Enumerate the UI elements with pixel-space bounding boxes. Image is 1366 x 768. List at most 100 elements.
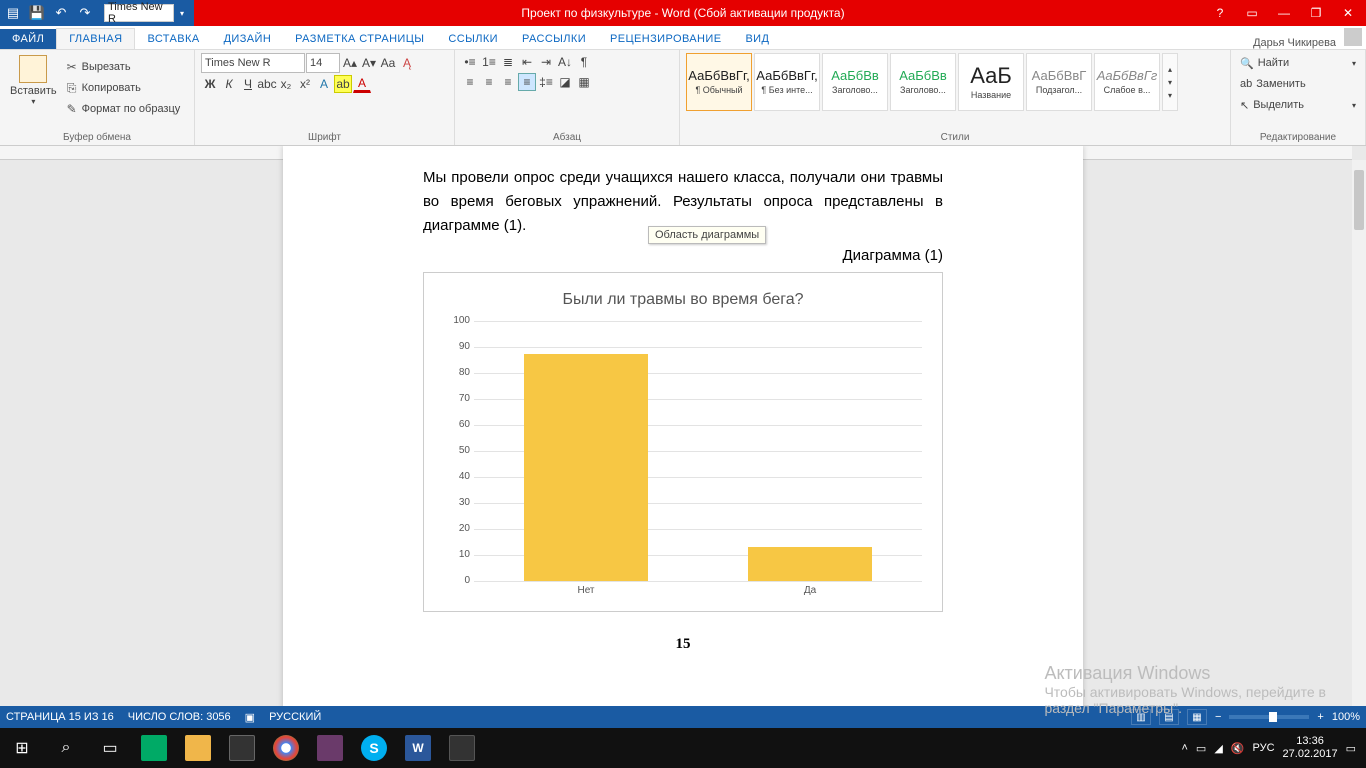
borders-icon[interactable]: ▦	[575, 73, 593, 91]
minimize-icon[interactable]: —	[1270, 2, 1298, 24]
shrink-font-icon[interactable]: A▾	[360, 54, 378, 72]
app-edge[interactable]	[132, 728, 176, 768]
close-icon[interactable]: ✕	[1334, 2, 1362, 24]
superscript-button[interactable]: x²	[296, 75, 314, 93]
tray-wifi-icon[interactable]: ◢	[1214, 742, 1222, 755]
styles-more-icon[interactable]: ▾	[1168, 91, 1172, 100]
app-word[interactable]: W	[396, 728, 440, 768]
app-misc[interactable]	[308, 728, 352, 768]
paste-button[interactable]: Вставить ▾	[6, 53, 61, 123]
tab-view[interactable]: ВИД	[733, 29, 781, 49]
font-size-select[interactable]: 14	[306, 53, 340, 73]
font-name-select[interactable]: Times New R	[201, 53, 305, 73]
cut-button[interactable]: ✂Вырезать	[65, 58, 181, 76]
vertical-scrollbar[interactable]	[1352, 160, 1366, 728]
zoom-slider[interactable]	[1229, 715, 1309, 719]
user-name[interactable]: Дарья Чикирева	[1253, 37, 1336, 49]
tab-insert[interactable]: ВСТАВКА	[135, 29, 211, 49]
tab-home[interactable]: ГЛАВНАЯ	[56, 28, 135, 49]
view-web-icon[interactable]: ▦	[1187, 709, 1207, 725]
tab-review[interactable]: РЕЦЕНЗИРОВАНИЕ	[598, 29, 733, 49]
indent-dec-icon[interactable]: ⇤	[518, 53, 536, 71]
grow-font-icon[interactable]: A▴	[341, 54, 359, 72]
tab-layout[interactable]: РАЗМЕТКА СТРАНИЦЫ	[283, 29, 436, 49]
app-store[interactable]	[220, 728, 264, 768]
change-case-icon[interactable]: Aa	[379, 54, 397, 72]
app-explorer[interactable]	[176, 728, 220, 768]
copy-button[interactable]: ⎘Копировать	[65, 79, 181, 97]
style-normal[interactable]: АаБбВвГг,¶ Обычный	[686, 53, 752, 111]
view-read-icon[interactable]: ▥	[1131, 709, 1151, 725]
tab-design[interactable]: ДИЗАЙН	[212, 29, 284, 49]
redo-icon[interactable]: ↷	[76, 4, 94, 22]
ribbon-collapse-icon[interactable]: ▭	[1238, 2, 1266, 24]
save-icon[interactable]: 💾	[28, 4, 46, 22]
help-icon[interactable]: ?	[1206, 2, 1234, 24]
tray-notifications-icon[interactable]: ▭	[1346, 742, 1356, 755]
bar[interactable]	[524, 354, 647, 580]
find-button[interactable]: 🔍Найти▾	[1237, 53, 1359, 73]
bold-button[interactable]: Ж	[201, 75, 219, 93]
restore-icon[interactable]: ❐	[1302, 2, 1330, 24]
user-avatar[interactable]	[1344, 28, 1362, 46]
zoom-out-icon[interactable]: −	[1215, 711, 1221, 723]
styles-down-icon[interactable]: ▾	[1168, 78, 1172, 87]
tab-references[interactable]: ССЫЛКИ	[436, 29, 510, 49]
qat-font-selector[interactable]: Times New R	[104, 4, 174, 22]
status-page[interactable]: СТРАНИЦА 15 ИЗ 16	[6, 711, 114, 724]
sort-icon[interactable]: A↓	[556, 53, 574, 71]
strike-button[interactable]: abc	[258, 75, 276, 93]
align-left-icon[interactable]: ≡	[461, 73, 479, 91]
tray-battery-icon[interactable]: ▭	[1196, 742, 1206, 755]
align-justify-icon[interactable]: ≡	[518, 73, 536, 91]
multilevel-icon[interactable]: ≣	[499, 53, 517, 71]
styles-gallery[interactable]: АаБбВвГг,¶ Обычный АаБбВвГг,¶ Без инте..…	[686, 53, 1224, 111]
text-effects-icon[interactable]: A	[315, 75, 333, 93]
format-painter-button[interactable]: ✎Формат по образцу	[65, 100, 181, 118]
numbering-icon[interactable]: 1≡	[480, 53, 498, 71]
style-heading1[interactable]: АаБбВвЗаголово...	[822, 53, 888, 111]
taskview-icon[interactable]: ▭	[88, 728, 132, 768]
view-print-icon[interactable]: ▤	[1159, 709, 1179, 725]
chart-caption[interactable]: Диаграмма (1)	[423, 244, 943, 268]
tray-sound-icon[interactable]: 🔇	[1231, 742, 1245, 755]
start-icon[interactable]: ⊞	[0, 728, 44, 768]
shading-icon[interactable]: ◪	[556, 73, 574, 91]
select-button[interactable]: ↖Выделить▾	[1237, 95, 1359, 115]
zoom-value[interactable]: 100%	[1332, 711, 1360, 723]
tray-clock[interactable]: 13:36 27.02.2017	[1283, 735, 1338, 761]
underline-button[interactable]: Ч	[239, 75, 257, 93]
line-spacing-icon[interactable]: ‡≡	[537, 73, 555, 91]
replace-button[interactable]: abЗаменить	[1237, 74, 1359, 94]
tray-language[interactable]: РУС	[1253, 742, 1275, 754]
document-page[interactable]: Мы провели опрос среди учащихся нашего к…	[283, 146, 1083, 728]
bullets-icon[interactable]: •≡	[461, 53, 479, 71]
highlight-icon[interactable]: ab	[334, 75, 352, 93]
tray-up-icon[interactable]: ˄	[1181, 742, 1187, 754]
search-icon[interactable]: ⌕	[44, 728, 88, 768]
subscript-button[interactable]: x₂	[277, 75, 295, 93]
app-calculator[interactable]	[440, 728, 484, 768]
styles-up-icon[interactable]: ▴	[1168, 65, 1172, 74]
italic-button[interactable]: К	[220, 75, 238, 93]
style-title[interactable]: АаБНазвание	[958, 53, 1024, 111]
status-proof-icon[interactable]: ▣	[245, 711, 255, 724]
app-skype[interactable]: S	[352, 728, 396, 768]
style-heading2[interactable]: АаБбВвЗаголово...	[890, 53, 956, 111]
chart-object[interactable]: Были ли травмы во время бега? 0102030405…	[423, 272, 943, 612]
style-emphasis[interactable]: АаБбВвГгСлабое в...	[1094, 53, 1160, 111]
show-marks-icon[interactable]: ¶	[575, 53, 593, 71]
font-color-icon[interactable]: A	[353, 75, 371, 93]
align-right-icon[interactable]: ≡	[499, 73, 517, 91]
status-language[interactable]: РУССКИЙ	[269, 711, 321, 724]
style-nospacing[interactable]: АаБбВвГг,¶ Без инте...	[754, 53, 820, 111]
style-subtitle[interactable]: АаБбВвГПодзагол...	[1026, 53, 1092, 111]
qat-dropdown-icon[interactable]: ▾	[180, 9, 190, 18]
app-chrome[interactable]	[264, 728, 308, 768]
status-words[interactable]: ЧИСЛО СЛОВ: 3056	[128, 711, 231, 724]
undo-icon[interactable]: ↶	[52, 4, 70, 22]
tab-mailings[interactable]: РАССЫЛКИ	[510, 29, 598, 49]
zoom-in-icon[interactable]: +	[1317, 711, 1323, 723]
tab-file[interactable]: ФАЙЛ	[0, 29, 56, 49]
clear-format-icon[interactable]: Ą	[398, 54, 416, 72]
